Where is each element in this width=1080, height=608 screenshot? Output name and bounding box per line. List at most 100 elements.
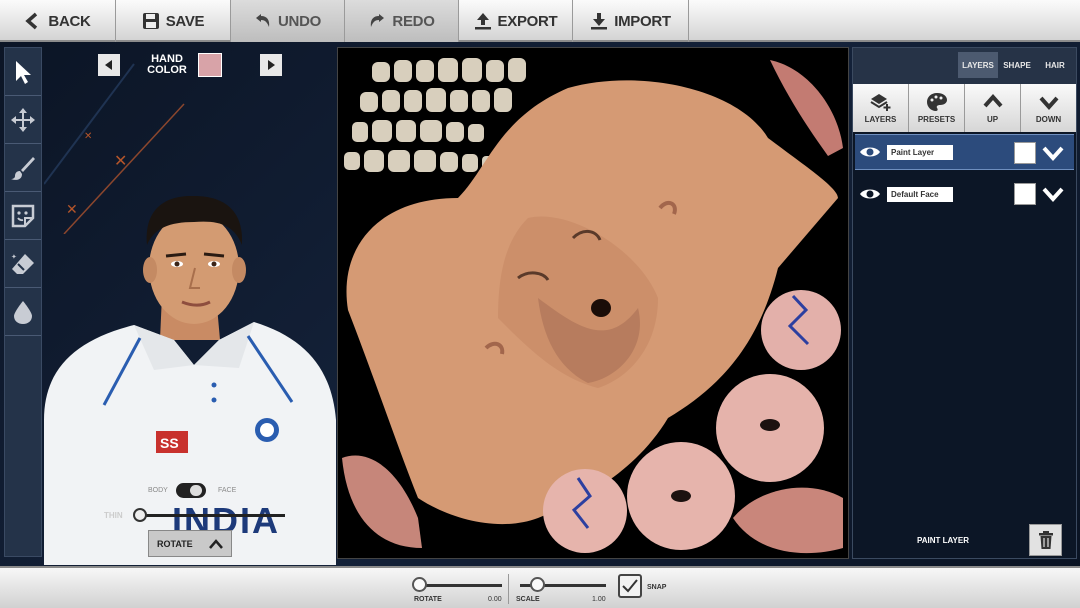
rotate-slider-value: 0.00 <box>488 596 502 603</box>
current-layer-label: PAINT LAYER <box>917 536 970 545</box>
export-button[interactable]: EXPORT <box>459 0 573 42</box>
floppy-disk-icon <box>142 13 159 29</box>
rotate-slider-track[interactable] <box>418 584 502 587</box>
texture-canvas[interactable] <box>337 47 849 559</box>
move-layer-up-label: UP <box>986 115 999 124</box>
scale-slider-knob[interactable] <box>530 577 545 592</box>
sticker-tool[interactable] <box>5 192 41 240</box>
body-shape-slider-knob[interactable] <box>133 508 147 522</box>
hand-color-label-line2: COLOR <box>147 64 187 76</box>
fill-tool[interactable] <box>5 288 41 336</box>
presets-button[interactable]: PRESETS <box>909 84 965 132</box>
body-slider-label: THIN <box>104 511 123 520</box>
tab-shape[interactable]: SHAPE <box>998 52 1036 78</box>
layer-row-default-face[interactable]: Default Face <box>855 176 1074 212</box>
chevron-up-icon <box>983 93 1002 108</box>
top-toolbar: BACK SAVE UNDO REDO EXPORT IMPORT <box>0 0 1080 42</box>
move-icon <box>11 107 35 132</box>
hand-color-prev-button[interactable] <box>98 54 120 76</box>
snap-checkbox[interactable] <box>618 574 642 598</box>
tab-hair[interactable]: HAIR <box>1038 52 1072 78</box>
snap-label: SNAP <box>647 584 667 591</box>
bottom-toolbar: ROTATE 0.00 SCALE 1.00 SNAP <box>0 566 1080 608</box>
layers-panel: LAYERS SHAPE HAIR LAYERS PRESETS UP DOWN <box>852 47 1077 559</box>
eraser-icon: ✦ <box>11 253 34 274</box>
delete-layer-button[interactable] <box>1029 524 1062 556</box>
layers-add-icon <box>869 94 890 111</box>
export-label: EXPORT <box>497 12 558 30</box>
shirt-sponsor-logo: SS <box>160 435 179 451</box>
chevron-down-icon <box>1039 96 1058 111</box>
rotate-slider-label: ROTATE <box>414 596 442 603</box>
panel-tabs: LAYERS SHAPE HAIR <box>853 48 1076 84</box>
save-button[interactable]: SAVE <box>116 0 231 42</box>
import-icon <box>591 13 608 30</box>
back-arrow-icon <box>25 12 38 30</box>
select-arrow-icon <box>16 60 31 84</box>
import-label: IMPORT <box>614 12 671 30</box>
redo-icon <box>371 14 385 27</box>
add-layer-label: LAYERS <box>864 115 897 124</box>
layer-row-paint[interactable]: Paint Layer <box>855 134 1074 170</box>
svg-text:✕: ✕ <box>84 131 92 142</box>
eye-icon[interactable] <box>859 144 881 160</box>
body-shape-slider-track[interactable] <box>135 514 285 517</box>
face-editor-app: BACK SAVE UNDO REDO EXPORT IMPORT ✕ ✕ ✕ <box>0 0 1080 608</box>
checkmark-icon <box>622 579 638 593</box>
rotate-slider: ROTATE 0.00 <box>412 574 506 604</box>
layer-actions: LAYERS PRESETS UP DOWN <box>853 84 1076 132</box>
layer-name-field[interactable]: Default Face <box>887 186 953 202</box>
back-label: BACK <box>48 12 91 30</box>
bottom-divider <box>508 574 509 604</box>
hand-color-label: HAND COLOR <box>142 54 192 76</box>
face-texture-map <box>342 58 843 554</box>
rotate-model-button[interactable]: ROTATE <box>148 530 232 557</box>
save-label: SAVE <box>165 12 205 30</box>
trash-icon <box>1038 531 1053 549</box>
tab-layers[interactable]: LAYERS <box>958 52 998 78</box>
drop-icon <box>14 300 32 324</box>
scale-slider-label: SCALE <box>516 596 540 603</box>
undo-button[interactable]: UNDO <box>231 0 345 42</box>
presets-label: PRESETS <box>917 115 956 124</box>
svg-text:✦: ✦ <box>11 253 17 261</box>
eye-icon[interactable] <box>859 186 881 202</box>
chevron-down-icon[interactable] <box>1042 185 1064 203</box>
triangle-right-icon <box>268 60 275 70</box>
rotate-slider-knob[interactable] <box>412 577 427 592</box>
eraser-tool[interactable]: ✦ <box>5 240 41 288</box>
move-layer-up-button[interactable]: UP <box>965 84 1021 132</box>
triangle-left-icon <box>105 60 112 70</box>
import-button[interactable]: IMPORT <box>573 0 689 42</box>
select-tool[interactable] <box>5 48 41 96</box>
back-button[interactable]: BACK <box>0 0 116 42</box>
toggle-body-label: BODY <box>148 487 168 494</box>
hand-color-selector: HAND COLOR <box>98 52 288 80</box>
undo-icon <box>256 14 270 27</box>
tool-strip: ✦ <box>4 47 42 557</box>
toggle-face-label: FACE <box>218 487 237 494</box>
move-layer-down-label: DOWN <box>1035 115 1062 124</box>
sticker-icon <box>11 204 35 227</box>
hand-color-swatch[interactable] <box>198 53 222 77</box>
hand-color-next-button[interactable] <box>260 54 282 76</box>
add-layer-button[interactable]: LAYERS <box>853 84 909 132</box>
move-tool[interactable] <box>5 96 41 144</box>
player-model-preview[interactable]: SS INDIA <box>44 190 336 565</box>
undo-label: UNDO <box>278 12 321 30</box>
brush-tool[interactable] <box>5 144 41 192</box>
brush-icon <box>11 156 35 180</box>
move-layer-down-button[interactable]: DOWN <box>1021 84 1076 132</box>
redo-label: REDO <box>392 12 435 30</box>
layer-color-swatch[interactable] <box>1014 183 1036 205</box>
rotate-model-label: ROTATE <box>157 538 193 549</box>
body-face-toggle[interactable] <box>176 483 206 498</box>
scale-slider-value: 1.00 <box>592 596 606 603</box>
palette-icon <box>926 93 947 111</box>
chevron-up-icon <box>209 538 223 549</box>
chevron-down-icon[interactable] <box>1042 144 1064 162</box>
layer-name-field[interactable]: Paint Layer <box>887 144 953 160</box>
svg-text:✕: ✕ <box>114 151 127 170</box>
layer-color-swatch[interactable] <box>1014 142 1036 164</box>
redo-button[interactable]: REDO <box>345 0 459 42</box>
